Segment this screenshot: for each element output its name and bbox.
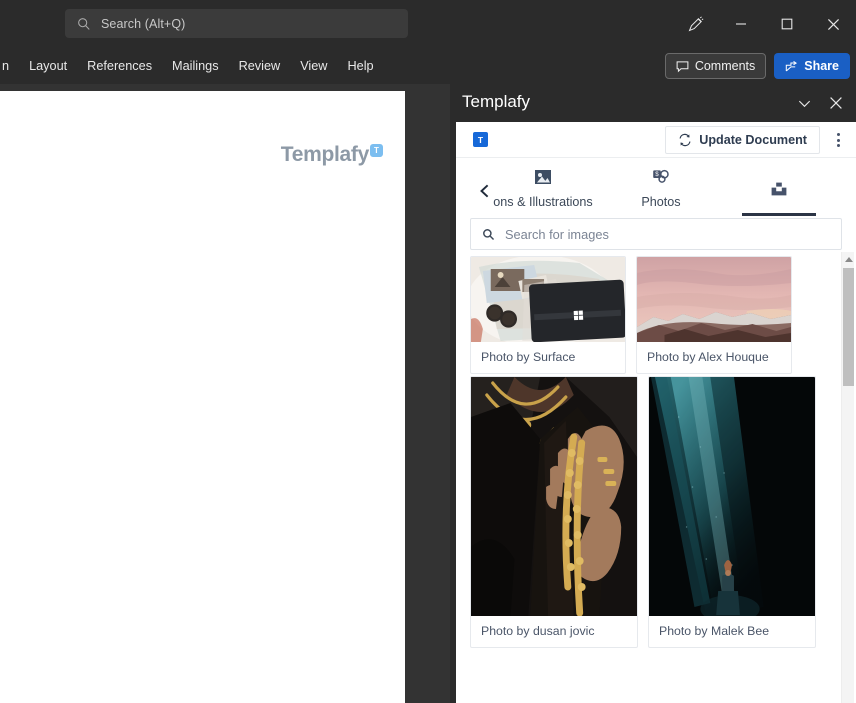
templafy-badge-icon: T [473, 132, 488, 147]
comments-button[interactable]: Comments [664, 53, 767, 79]
templafy-document-logo: Templafy T [281, 143, 383, 167]
templafy-task-pane: Templafy T Update Document ons & Illustr… [450, 84, 856, 703]
image-card-malek-bee[interactable]: Photo by Malek Bee [648, 376, 816, 648]
window-controls [672, 0, 856, 48]
task-pane-header: Templafy [450, 84, 856, 122]
tab-icons-illustrations[interactable]: ons & Illustrations [484, 158, 602, 216]
results-row-2: Photo by dusan jovic Photo by Malek Bee [470, 374, 834, 648]
results-row-1: Photo by Surface Photo by Alex Houque [470, 254, 834, 374]
search-placeholder: Search (Alt+Q) [101, 16, 186, 31]
results-scrollbar[interactable] [841, 252, 854, 703]
task-pane-close-button[interactable] [820, 87, 852, 119]
share-button[interactable]: Share [774, 53, 850, 79]
pen-draw-icon [688, 15, 703, 31]
kebab-menu-icon[interactable] [826, 128, 850, 152]
ribbon-tab-0[interactable]: n [0, 55, 19, 77]
ribbon-tab-references[interactable]: References [77, 55, 162, 77]
thumbnail-mountains [637, 257, 791, 342]
task-pane-collapse-button[interactable] [788, 87, 820, 119]
task-pane-title: Templafy [462, 92, 531, 111]
chevron-down-icon [798, 100, 810, 107]
thumbnail-gold-chains [471, 377, 637, 616]
ribbon-tabs: n Layout References Mailings Review View… [0, 48, 384, 84]
image-caption: Photo by Alex Houque [647, 350, 769, 364]
task-pane-body: T Update Document ons & Illustrations $ … [456, 122, 856, 703]
word-window: Search (Alt+Q) n Layout References Maili… [0, 0, 856, 703]
search-icon [78, 17, 90, 30]
ribbon-tab-row: n Layout References Mailings Review View… [0, 48, 856, 84]
thumbnail-surface [471, 257, 625, 342]
image-icon [532, 166, 554, 188]
image-card-dusan-jovic[interactable]: Photo by dusan jovic [470, 376, 638, 648]
close-button[interactable] [810, 2, 856, 46]
comments-label: Comments [694, 59, 756, 73]
update-document-button[interactable]: Update Document [665, 126, 820, 154]
tab-icons-illustrations-label: ons & Illustrations [493, 195, 593, 209]
svg-text:$: $ [655, 171, 659, 178]
ribbon-tab-help[interactable]: Help [337, 55, 383, 77]
image-source-tabs: ons & Illustrations $ Photos [456, 158, 856, 216]
search-icon [483, 228, 495, 240]
image-caption: Photo by Surface [481, 350, 576, 364]
image-caption: Photo by dusan jovic [481, 624, 595, 638]
ribbon-right-actions: Comments Share [664, 52, 850, 80]
tab-photos[interactable]: $ Photos [602, 158, 720, 216]
tab-photos-label: Photos [641, 195, 681, 209]
image-results-grid: Photo by Surface Photo by Alex Houque Ph… [470, 254, 834, 703]
thumbnail-light-beams [649, 377, 815, 616]
close-icon [827, 18, 839, 30]
document-canvas[interactable]: Templafy T [0, 84, 450, 703]
tabs: ons & Illustrations $ Photos [484, 158, 838, 216]
image-search-input[interactable]: Search for images [470, 218, 842, 250]
maximize-button[interactable] [764, 2, 810, 46]
templafy-logo-badge: T [370, 144, 383, 157]
templafy-toolbar: T Update Document [456, 122, 856, 158]
tab-uploads[interactable] [720, 158, 838, 216]
image-search-placeholder: Search for images [505, 226, 609, 242]
ribbon-tab-layout[interactable]: Layout [19, 55, 77, 77]
pen-draw-button[interactable] [672, 2, 718, 46]
document-page[interactable]: Templafy T [0, 91, 405, 703]
share-icon [786, 60, 798, 71]
ribbon-tab-mailings[interactable]: Mailings [162, 55, 229, 77]
templafy-logo-text: Templafy [280, 143, 370, 166]
maximize-icon [781, 18, 793, 30]
ribbon-tab-review[interactable]: Review [229, 55, 291, 77]
close-icon [830, 97, 842, 109]
scroll-up-arrow-icon[interactable] [845, 257, 853, 262]
image-card-alex-houque[interactable]: Photo by Alex Houque [636, 256, 792, 374]
comment-bubble-icon [676, 60, 689, 72]
minimize-icon [736, 23, 746, 25]
share-label: Share [804, 59, 839, 73]
scrollbar-thumb[interactable] [843, 268, 854, 386]
ribbon-tab-view[interactable]: View [290, 55, 337, 77]
update-document-label: Update Document [699, 133, 807, 147]
task-pane-header-actions [788, 84, 852, 122]
search-input[interactable]: Search (Alt+Q) [65, 9, 408, 38]
image-caption: Photo by Malek Bee [659, 624, 770, 638]
upload-icon [768, 180, 790, 202]
stock-photos-icon: $ [650, 166, 672, 188]
minimize-button[interactable] [718, 2, 764, 46]
image-card-surface[interactable]: Photo by Surface [470, 256, 626, 374]
title-bar: Search (Alt+Q) [0, 0, 856, 48]
refresh-icon [679, 133, 691, 147]
